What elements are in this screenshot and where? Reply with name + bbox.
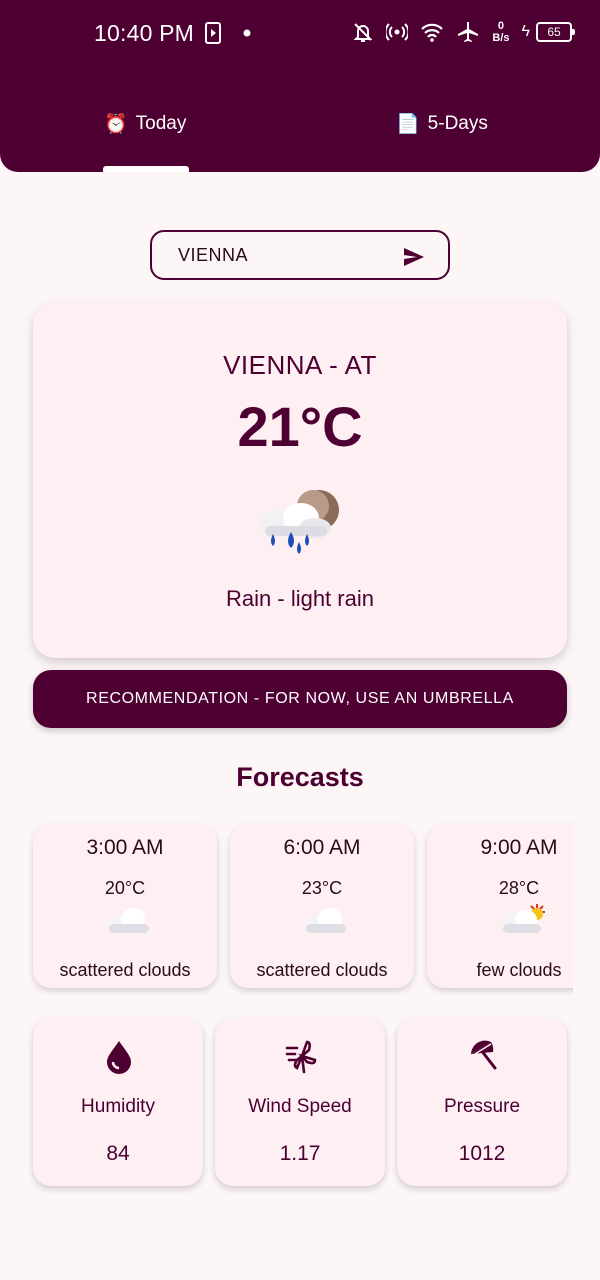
forecast-card[interactable]: 9:00 AM 28°C few clouds — [427, 824, 573, 988]
umbrella-icon — [471, 1040, 497, 1070]
send-icon[interactable] — [402, 245, 426, 269]
dot-icon — [243, 29, 251, 37]
status-time: 10:40 PM — [94, 20, 195, 46]
forecast-list[interactable]: 3:00 AM 20°C scattered clouds 6:00 AM 23… — [27, 820, 573, 996]
alarm-clock-icon: ⏰ — [104, 114, 128, 135]
cloud-icon — [109, 908, 149, 933]
network-speed: 0 B/s — [492, 20, 509, 44]
tab-indicator — [103, 166, 189, 172]
tab-5-days[interactable]: 📄 5-Days — [396, 112, 488, 136]
location-label: VIENNA - AT — [223, 350, 377, 380]
wind-speed-value: 1.17 — [279, 1142, 321, 1165]
weather-stats: Humidity 84 Wind Speed 1.17 Pressure 101… — [33, 1018, 567, 1186]
sun-cloud-icon — [503, 904, 545, 933]
tab-bar: ⏰ Today 📄 5-Days — [0, 100, 600, 172]
humidity-value: 84 — [106, 1142, 130, 1165]
tab-today-label: Today — [135, 113, 187, 134]
wind-speed-card: Wind Speed 1.17 — [215, 1018, 385, 1186]
tab-5-days-label: 5-Days — [427, 113, 488, 134]
forecast-description: scattered clouds — [256, 960, 388, 980]
forecast-temp: 20°C — [104, 878, 146, 898]
rain-cloud-moon-icon — [259, 490, 339, 554]
current-temperature: 21°C — [237, 395, 363, 458]
status-left-icons — [205, 22, 251, 44]
forecast-card[interactable]: 6:00 AM 23°C scattered clouds — [230, 824, 414, 988]
humidity-label: Humidity — [81, 1096, 155, 1117]
forecast-card[interactable]: 3:00 AM 20°C scattered clouds — [33, 824, 217, 988]
document-icon: 📄 — [396, 114, 420, 135]
screen-record-icon — [205, 22, 221, 44]
forecasts-heading: Forecasts — [236, 762, 364, 792]
pressure-card: Pressure 1012 — [397, 1018, 567, 1186]
hotspot-icon — [386, 23, 409, 41]
forecast-description: scattered clouds — [59, 960, 191, 980]
weather-description: Rain - light rain — [226, 586, 374, 611]
city-search-input[interactable] — [178, 244, 388, 266]
water-drop-icon — [107, 1041, 131, 1074]
battery-indicator: 65 — [536, 22, 575, 42]
network-speed-value: 0 — [497, 20, 505, 32]
bell-off-icon — [353, 23, 373, 42]
humidity-card: Humidity 84 — [33, 1018, 203, 1186]
forecast-temp: 23°C — [301, 878, 343, 898]
recommendation-button[interactable]: RECOMMENDATION - FOR NOW, USE AN UMBRELL… — [33, 670, 567, 728]
cloud-icon — [306, 908, 346, 933]
forecast-time: 6:00 AM — [283, 836, 361, 859]
wind-icon — [285, 1040, 317, 1074]
pressure-value: 1012 — [458, 1142, 506, 1165]
current-weather-card: VIENNA - AT 21°C Rain - light rain — [33, 302, 567, 658]
network-speed-unit: B/s — [492, 32, 510, 44]
status-bar: 10:40 PM 0 B/s ϟ 65 — [0, 0, 600, 70]
charging-icon: ϟ — [521, 23, 530, 40]
forecast-description: few clouds — [476, 960, 562, 980]
app-header: 10:40 PM 0 B/s ϟ 65 ⏰ Today 📄 5-Days — [0, 0, 600, 172]
city-search — [150, 230, 450, 280]
wind-speed-label: Wind Speed — [248, 1096, 352, 1117]
pressure-label: Pressure — [443, 1096, 521, 1117]
wifi-icon — [421, 23, 444, 42]
tab-today[interactable]: ⏰ Today — [104, 112, 186, 136]
airplane-icon — [458, 22, 479, 42]
forecast-time: 3:00 AM — [86, 836, 164, 859]
forecast-temp: 28°C — [498, 878, 540, 898]
status-right-icons: 0 B/s ϟ 65 — [352, 20, 575, 44]
forecast-time: 9:00 AM — [480, 836, 558, 859]
